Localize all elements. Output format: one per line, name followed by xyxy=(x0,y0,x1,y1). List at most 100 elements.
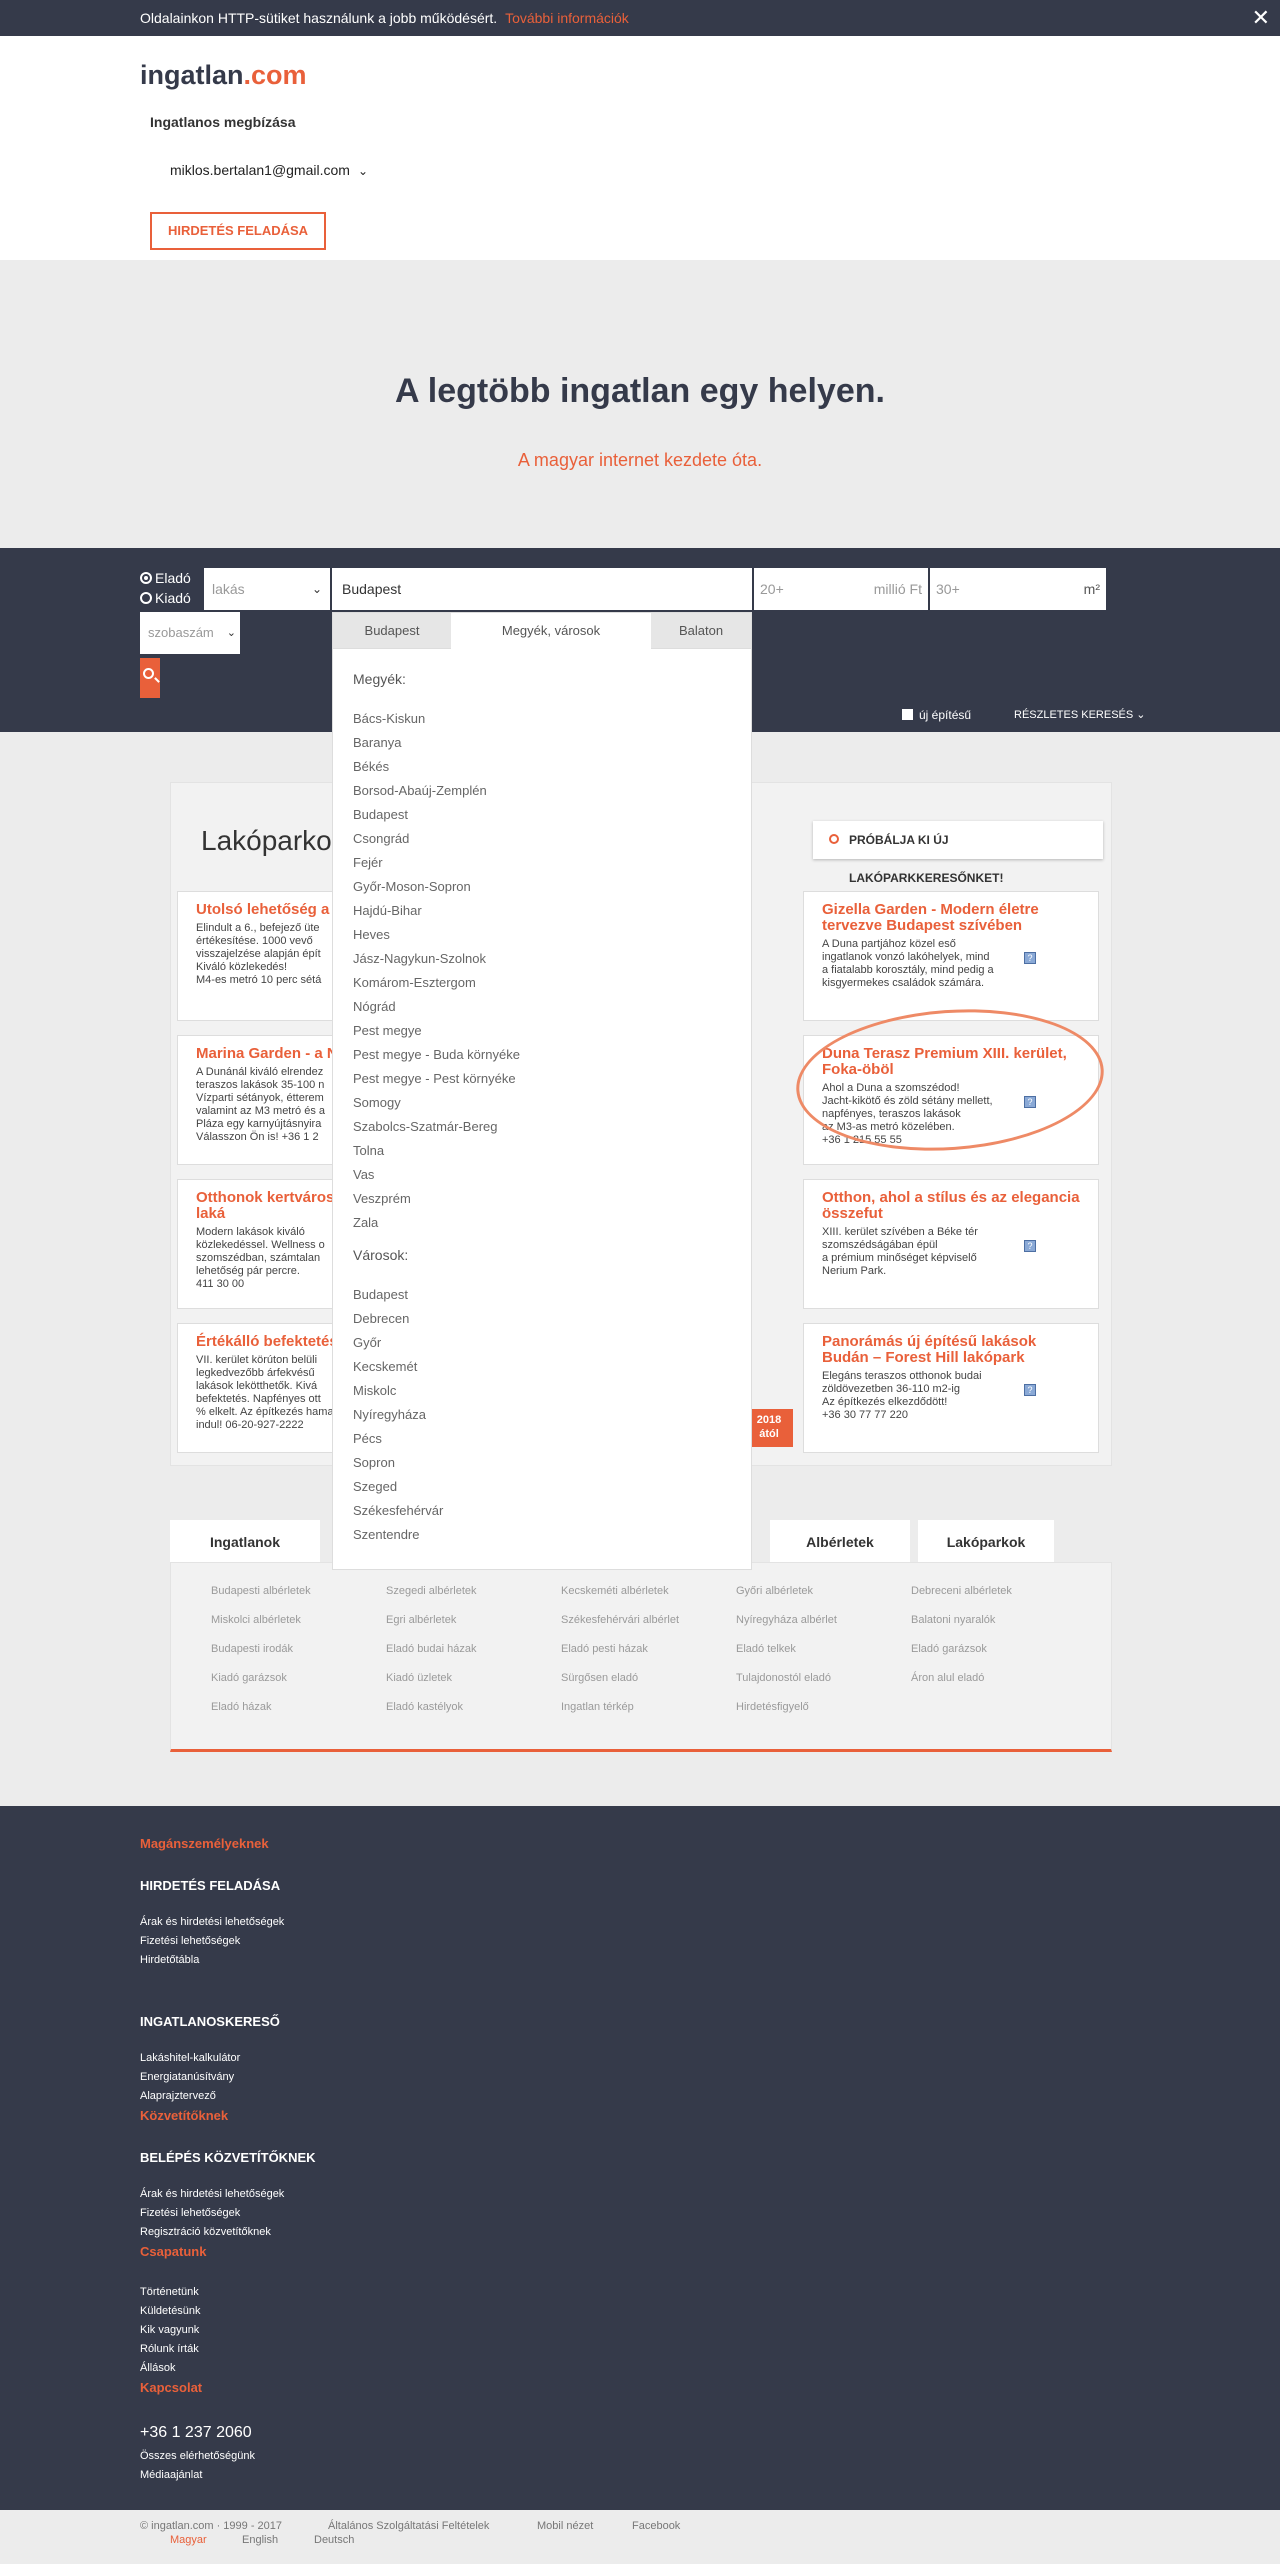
mobile-view-link[interactable]: Mobil nézet xyxy=(537,2520,593,2532)
terms-link[interactable]: Általános Szolgáltatási Feltételek xyxy=(328,2520,489,2532)
footer-link[interactable]: Összes elérhetőségünk xyxy=(140,2450,255,2462)
county-option[interactable]: Győr-Moson-Sopron xyxy=(353,879,471,894)
footer-team-heading[interactable]: Csapatunk xyxy=(140,2244,206,2259)
county-option[interactable]: Bács-Kiskun xyxy=(353,711,425,726)
info-icon[interactable]: ? xyxy=(1024,952,1036,964)
footer-link[interactable]: Regisztráció közvetítőknek xyxy=(140,2226,271,2238)
price-input[interactable]: 20+ millió Ft xyxy=(754,568,928,610)
footer-link[interactable]: Energiatanúsítvány xyxy=(140,2071,234,2083)
footer-link[interactable]: Alaprajztervező xyxy=(140,2090,216,2102)
lang-hungarian[interactable]: Magyar xyxy=(170,2534,207,2546)
county-option[interactable]: Heves xyxy=(353,927,390,942)
footer-link[interactable]: Lakáshitel-kalkulátor xyxy=(140,2052,240,2064)
area-input[interactable]: 30+ m² xyxy=(930,568,1106,610)
info-icon[interactable]: ? xyxy=(1024,1384,1036,1396)
footer-contact-heading[interactable]: Kapcsolat xyxy=(140,2380,202,2395)
facebook-link[interactable]: Facebook xyxy=(632,2520,680,2532)
user-menu[interactable]: miklos.bertalan1@gmail.com ⌄ xyxy=(170,162,368,178)
logo[interactable]: ingatlan.com xyxy=(140,60,307,91)
footer-link[interactable]: Állások xyxy=(140,2362,175,2374)
estate-card-title[interactable]: Duna Terasz Premium XIII. kerület, Foka-… xyxy=(822,1046,1080,1078)
popular-link[interactable]: Kiadó üzletek xyxy=(386,1672,452,1684)
estate-card[interactable]: Gizella Garden - Modern életre tervezve … xyxy=(803,891,1099,1021)
county-option[interactable]: Budapest xyxy=(353,807,408,822)
county-option[interactable]: Jász-Nagykun-Szolnok xyxy=(353,951,486,966)
new-build-checkbox[interactable]: új építésű xyxy=(902,708,971,722)
footer-agents-heading[interactable]: Közvetítőknek xyxy=(140,2108,228,2123)
popular-link[interactable]: Miskolci albérletek xyxy=(211,1614,301,1626)
tab-properties[interactable]: Ingatlanok xyxy=(170,1520,320,1564)
popular-link[interactable]: Szegedi albérletek xyxy=(386,1585,477,1597)
county-option[interactable]: Tolna xyxy=(353,1143,384,1158)
popular-link[interactable]: Tulajdonostól eladó xyxy=(736,1672,831,1684)
footer-link[interactable]: Küldetésünk xyxy=(140,2305,201,2317)
county-option[interactable]: Veszprém xyxy=(353,1191,411,1206)
footer-link[interactable]: Történetünk xyxy=(140,2286,199,2298)
county-option[interactable]: Hajdú-Bihar xyxy=(353,903,422,918)
county-option[interactable]: Békés xyxy=(353,759,389,774)
popular-link[interactable]: Eladó garázsok xyxy=(911,1643,987,1655)
rooms-select[interactable]: szobaszám ⌄ xyxy=(140,612,240,654)
county-option[interactable]: Borsod-Abaúj-Zemplén xyxy=(353,783,487,798)
popular-link[interactable]: Sürgősen eladó xyxy=(561,1672,638,1684)
estate-card[interactable]: Panorámás új építésű lakások Budán – For… xyxy=(803,1323,1099,1453)
county-option[interactable]: Baranya xyxy=(353,735,401,750)
city-option[interactable]: Miskolc xyxy=(353,1383,396,1398)
try-estate-search-button[interactable]: PRÓBÁLJA KI ÚJ LAKÓPARKKERESŐNKET! xyxy=(813,821,1103,885)
footer-link[interactable]: Médiaajánlat xyxy=(140,2469,202,2481)
estate-card[interactable]: Otthon, ahol a stílus és az elegancia ös… xyxy=(803,1179,1099,1309)
popular-link[interactable]: Hirdetésfigyelő xyxy=(736,1701,809,1713)
tab-budapest[interactable]: Budapest xyxy=(333,613,451,649)
footer-link[interactable]: Hirdetőtábla xyxy=(140,1954,199,1966)
popular-link[interactable]: Kiadó garázsok xyxy=(211,1672,287,1684)
city-option[interactable]: Szentendre xyxy=(353,1527,420,1542)
county-option[interactable]: Vas xyxy=(353,1167,374,1182)
county-option[interactable]: Csongrád xyxy=(353,831,409,846)
cookie-more-link[interactable]: További információk xyxy=(505,10,629,26)
info-icon[interactable]: ? xyxy=(1024,1096,1036,1108)
popular-link[interactable]: Kecskeméti albérletek xyxy=(561,1585,669,1597)
popular-link[interactable]: Ingatlan térkép xyxy=(561,1701,634,1713)
property-type-select[interactable]: lakás ⌄ xyxy=(204,568,330,610)
popular-link[interactable]: Áron alul eladó xyxy=(911,1672,984,1684)
footer-private-heading[interactable]: Magánszemélyeknek xyxy=(140,1836,269,1851)
estate-card[interactable]: Duna Terasz Premium XIII. kerület, Foka-… xyxy=(803,1035,1099,1165)
close-icon[interactable]: ✕ xyxy=(1252,5,1270,31)
city-option[interactable]: Kecskemét xyxy=(353,1359,417,1374)
popular-link[interactable]: Székesfehérvári albérlet xyxy=(561,1614,679,1626)
popular-link[interactable]: Eladó házak xyxy=(211,1701,272,1713)
tab-estates[interactable]: Lakóparkok xyxy=(918,1520,1054,1564)
county-option[interactable]: Nógrád xyxy=(353,999,396,1014)
city-option[interactable]: Székesfehérvár xyxy=(353,1503,443,1518)
county-option[interactable]: Zala xyxy=(353,1215,378,1230)
footer-phone[interactable]: +36 1 237 2060 xyxy=(140,2424,252,2442)
footer-link[interactable]: Fizetési lehetőségek xyxy=(140,1935,240,1947)
estate-card-title[interactable]: Panorámás új építésű lakások Budán – For… xyxy=(822,1334,1080,1366)
city-option[interactable]: Nyíregyháza xyxy=(353,1407,426,1422)
tab-counties-cities[interactable]: Megyék, városok xyxy=(451,613,651,650)
city-option[interactable]: Pécs xyxy=(353,1431,382,1446)
radio-sale[interactable]: Eladó xyxy=(140,570,191,586)
location-input[interactable]: Budapest xyxy=(332,568,752,610)
county-option[interactable]: Szabolcs-Szatmár-Bereg xyxy=(353,1119,498,1134)
city-option[interactable]: Győr xyxy=(353,1335,381,1350)
tab-rentals[interactable]: Albérletek xyxy=(770,1520,910,1564)
tab-balaton[interactable]: Balaton xyxy=(651,613,751,649)
county-option[interactable]: Komárom-Esztergom xyxy=(353,975,476,990)
popular-link[interactable]: Budapesti albérletek xyxy=(211,1585,311,1597)
popular-link[interactable]: Budapesti irodák xyxy=(211,1643,293,1655)
city-option[interactable]: Sopron xyxy=(353,1455,395,1470)
footer-link[interactable]: Rólunk írták xyxy=(140,2343,199,2355)
popular-link[interactable]: Eladó telkek xyxy=(736,1643,796,1655)
popular-link[interactable]: Debreceni albérletek xyxy=(911,1585,1012,1597)
footer-link[interactable]: Árak és hirdetési lehetőségek xyxy=(140,1916,284,1928)
lang-german[interactable]: Deutsch xyxy=(314,2534,354,2546)
popular-link[interactable]: Balatoni nyaralók xyxy=(911,1614,995,1626)
popular-link[interactable]: Eladó kastélyok xyxy=(386,1701,463,1713)
info-icon[interactable]: ? xyxy=(1024,1240,1036,1252)
lang-english[interactable]: English xyxy=(242,2534,278,2546)
radio-rent[interactable]: Kiadó xyxy=(140,590,191,606)
county-option[interactable]: Somogy xyxy=(353,1095,401,1110)
county-option[interactable]: Pest megye - Pest környéke xyxy=(353,1071,516,1086)
estate-card-title[interactable]: Otthon, ahol a stílus és az elegancia ös… xyxy=(822,1190,1080,1222)
